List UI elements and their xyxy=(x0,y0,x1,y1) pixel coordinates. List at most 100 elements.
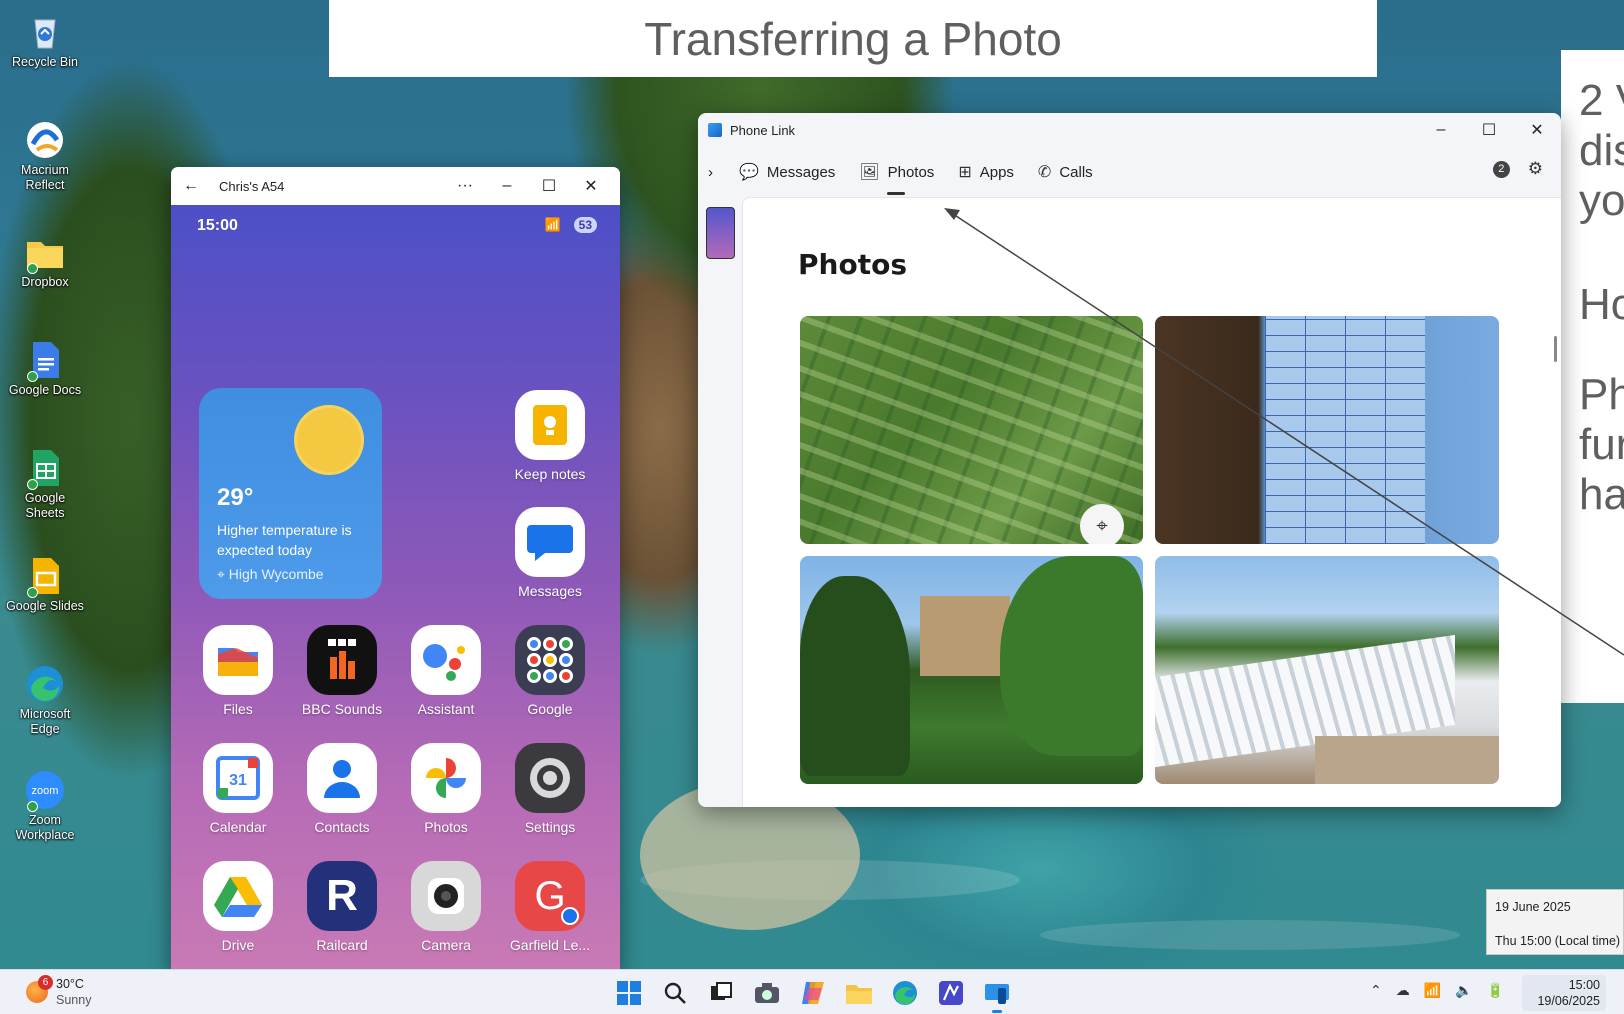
photo-icon: 🖼 xyxy=(859,164,880,181)
app-photos[interactable]: Photos xyxy=(396,743,496,835)
photos-icon xyxy=(411,743,481,813)
desktop-icon-zoom[interactable]: zoom Zoom Workplace xyxy=(6,770,84,843)
app-label: Keep notes xyxy=(514,466,586,482)
phone-link-taskbar-icon[interactable] xyxy=(980,976,1013,1013)
maximize-button[interactable]: ☐ xyxy=(1465,114,1513,146)
app-assistant[interactable]: Assistant xyxy=(396,625,496,717)
wave-foam xyxy=(1040,920,1460,950)
app-label: Settings xyxy=(524,819,576,835)
allotment-plot-board-photo[interactable] xyxy=(1155,316,1499,544)
crosshair-icon[interactable]: ⌖ xyxy=(1080,504,1124,544)
desktop-icon-dropbox[interactable]: Dropbox xyxy=(6,232,84,290)
aerial-allotments-photo[interactable]: ⌖ xyxy=(800,316,1143,544)
app-bbc-sounds[interactable]: BBC Sounds xyxy=(292,625,392,717)
minimize-button[interactable]: – xyxy=(1417,114,1465,146)
app-messages[interactable]: Messages xyxy=(500,507,600,599)
google-sheets-icon xyxy=(25,448,65,490)
country-house-garden-photo[interactable] xyxy=(800,556,1143,784)
garfield-icon: G xyxy=(515,861,585,931)
taskbar-weather[interactable]: 6 30°C Sunny xyxy=(26,975,91,1008)
task-view-icon[interactable] xyxy=(704,976,737,1009)
tab-photos[interactable]: 🖼 Photos xyxy=(859,157,934,195)
onedrive-cloud-icon[interactable]: ☁ xyxy=(1396,982,1410,999)
svg-text:31: 31 xyxy=(229,772,247,789)
tree-right xyxy=(1000,556,1143,756)
app-camera[interactable]: Camera xyxy=(396,861,496,953)
app-google-folder[interactable]: Google xyxy=(500,625,600,717)
app-railcard[interactable]: R Railcard xyxy=(292,861,392,953)
copilot-icon[interactable] xyxy=(796,976,829,1009)
whiteboard-icon[interactable] xyxy=(934,976,967,1009)
desktop-icon-recycle-bin[interactable]: Recycle Bin xyxy=(6,12,84,70)
volume-icon[interactable]: 🔈 xyxy=(1455,982,1472,999)
phone-link-titlebar[interactable]: Phone Link – ☐ ✕ xyxy=(698,113,1561,147)
greenhouses-path-photo[interactable] xyxy=(1155,556,1499,784)
app-label: BBC Sounds xyxy=(301,701,383,717)
google-slides-icon xyxy=(25,556,65,598)
taskbar-clock[interactable]: 15:00 19/06/2025 xyxy=(1522,975,1606,1011)
maximize-button[interactable]: ☐ xyxy=(528,170,570,202)
tab-messages[interactable]: 💬 Messages xyxy=(739,157,835,187)
battery-saver-icon[interactable]: 🔋 xyxy=(1487,982,1504,999)
phone-window-titlebar[interactable]: ← Chris's A54 ··· – ☐ ✕ xyxy=(171,167,620,205)
svg-text:zoom: zoom xyxy=(32,785,59,797)
weather-location: ⌖ High Wycombe xyxy=(217,566,324,582)
phone-icon: ✆ xyxy=(1037,164,1052,181)
wifi-icon[interactable]: 📶 xyxy=(1424,982,1441,999)
scrollbar-thumb[interactable] xyxy=(1554,336,1557,362)
gear-icon[interactable]: ⚙ xyxy=(1528,159,1543,179)
app-settings[interactable]: Settings xyxy=(500,743,600,835)
desktop-icon-macrium-reflect[interactable]: Macrium Reflect xyxy=(6,120,84,193)
close-button[interactable]: ✕ xyxy=(1513,114,1561,146)
photos-panel: Photos ⌖ xyxy=(742,197,1561,807)
weather-badge: 6 xyxy=(38,975,53,990)
slide-title: Transferring a Photo xyxy=(644,12,1062,65)
start-windows-icon[interactable] xyxy=(612,976,645,1009)
weather-temp: 30°C xyxy=(56,977,84,991)
desktop-icon-google-slides[interactable]: Google Slides xyxy=(6,556,84,614)
garden-path xyxy=(1315,736,1499,784)
app-calendar[interactable]: 31 Calendar xyxy=(188,743,288,835)
app-garfield[interactable]: G Garfield Le... xyxy=(500,861,600,953)
edge-icon[interactable] xyxy=(888,976,921,1009)
tooltip-date: 19 June 2025 xyxy=(1495,900,1571,914)
camera-icon[interactable] xyxy=(750,976,783,1009)
phone-thumbnail[interactable] xyxy=(706,207,735,259)
back-arrow-icon[interactable]: ← xyxy=(183,177,199,195)
weather-widget[interactable]: 29° Higher temperature is expected today… xyxy=(199,388,382,599)
desktop-icon-google-sheets[interactable]: Google Sheets xyxy=(6,448,84,521)
chevron-up-icon[interactable]: ⌃ xyxy=(1370,982,1382,999)
app-label: Assistant xyxy=(417,701,475,717)
phone-clock: 15:00 xyxy=(197,217,238,234)
phone-link-window[interactable]: Phone Link – ☐ ✕ › 💬 Messages 🖼 Photos ⊞… xyxy=(698,113,1561,807)
app-files[interactable]: Files xyxy=(188,625,288,717)
app-drive[interactable]: Drive xyxy=(188,861,288,953)
sun-icon xyxy=(297,408,361,472)
desktop-icon-label: Zoom Workplace xyxy=(15,813,75,842)
close-button[interactable]: ✕ xyxy=(570,170,612,202)
app-contacts[interactable]: Contacts xyxy=(292,743,392,835)
app-keep-notes[interactable]: Keep notes xyxy=(500,390,600,482)
slide-text-line: 2 V xyxy=(1579,76,1624,125)
more-options-icon[interactable]: ··· xyxy=(444,170,486,202)
phone-mirror-window[interactable]: ← Chris's A54 ··· – ☐ ✕ 15:00 📶 53 29° H… xyxy=(171,167,620,971)
desktop-icon-microsoft-edge[interactable]: Microsoft Edge xyxy=(6,664,84,737)
desktop-icon-label: Recycle Bin xyxy=(12,55,78,69)
minimize-button[interactable]: – xyxy=(486,170,528,202)
clock-date: 19/06/2025 xyxy=(1537,994,1600,1008)
apps-icon: ⊞ xyxy=(958,164,972,181)
tab-calls[interactable]: ✆ Calls xyxy=(1038,157,1093,187)
notification-badge[interactable]: 2 xyxy=(1492,160,1510,178)
search-icon[interactable] xyxy=(658,976,691,1009)
expand-sidebar-chevron-icon[interactable]: › xyxy=(708,157,713,187)
taskbar-apps xyxy=(612,976,1026,1013)
app-label: Drive xyxy=(221,937,255,953)
weather-temperature: 29° xyxy=(217,484,254,511)
desktop-icon-google-docs[interactable]: Google Docs xyxy=(6,340,84,398)
phone-screen[interactable]: 15:00 📶 53 29° Higher temperature is exp… xyxy=(171,205,620,971)
desktop-icon-label: Google Docs xyxy=(8,383,82,397)
tab-apps[interactable]: ⊞ Apps xyxy=(958,157,1014,187)
app-label: Calendar xyxy=(209,819,267,835)
signal-wifi-icon: 📶 xyxy=(544,217,561,232)
file-explorer-icon[interactable] xyxy=(842,976,875,1009)
